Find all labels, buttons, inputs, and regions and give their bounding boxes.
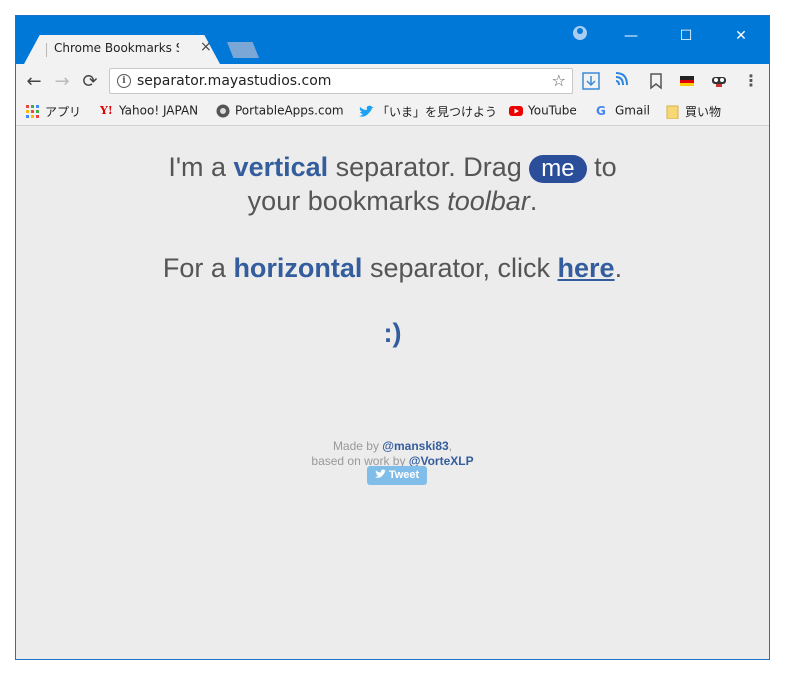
bookmark-label: Gmail [615,103,651,118]
intro-text-part: to [586,152,617,182]
apps-grid-icon [26,104,40,119]
credit-text: , [448,439,453,453]
profile-icon[interactable] [573,26,587,40]
bookmarks-bar: アプリ Y! Yahoo! JAPAN PortableApps.com 「いま」… [16,99,769,126]
vertical-emphasis: vertical [233,152,329,182]
intro-text: I'm a vertical separator. Drag me to you… [16,150,769,218]
minimize-button[interactable]: — [608,24,654,48]
page-content: I'm a vertical separator. Drag me to you… [16,126,769,659]
manski83-link[interactable]: @manski83 [382,439,448,453]
tweet-label: Tweet [388,469,420,481]
portableapps-icon [216,104,230,118]
address-bar[interactable]: i separator.mayastudios.com ☆ [109,68,573,94]
bookmark-yahoo[interactable]: Y! Yahoo! JAPAN [100,103,198,121]
youtube-icon [509,104,523,118]
maximize-button[interactable]: ☐ [663,24,709,48]
browser-window: Chrome Bookmarks Se × — ☐ ✕ ← → ⟳ i sepa… [15,15,770,660]
google-icon: G [596,103,606,118]
menu-icon[interactable]: ⋮ [742,72,760,90]
bookmark-label: PortableApps.com [235,103,344,118]
tab-close-icon[interactable]: × [200,39,212,55]
horizontal-text-part: For a [162,253,234,283]
here-link[interactable]: here [558,253,615,283]
twitter-icon [358,105,374,119]
intro-text-part: . [529,186,538,216]
download-icon[interactable] [582,72,600,90]
bookmark-youtube[interactable]: YouTube [509,103,577,121]
bookmark-label: アプリ [45,105,82,119]
toolbar-emphasis: toolbar [447,186,530,216]
intro-text-part: I'm a [168,152,234,182]
horizontal-text-part: separator, click [362,253,558,283]
bookmark-star-icon[interactable]: ☆ [552,71,566,90]
horizontal-text-part: . [614,253,623,283]
credits: Made by @manski83, based on work by @Vor… [16,439,769,469]
credit-text: Made by [332,439,383,453]
intro-text-part: your bookmarks [247,186,448,216]
drag-me-button[interactable]: me [529,155,587,183]
bookmark-folder-shopping[interactable]: 買い物 [666,103,721,121]
intro-text-part: separator. Drag [328,152,530,182]
bookmark-label: 買い物 [685,105,722,119]
smiley-text: :) [383,318,402,348]
bookmark-label: YouTube [528,103,577,118]
mask-icon[interactable] [710,72,728,90]
yahoo-icon: Y! [100,103,113,117]
bookmark-twitter[interactable]: 「いま」を見つけよう [358,103,498,121]
bookmark-portableapps[interactable]: PortableApps.com [216,103,344,121]
bookmark-apps[interactable]: アプリ [26,103,81,121]
url-text[interactable]: separator.mayastudios.com [137,73,331,89]
title-bar: Chrome Bookmarks Se × — ☐ ✕ [16,16,769,64]
tab-favicon-divider [46,43,47,57]
horizontal-text: For a horizontal separator, click here. [16,251,769,285]
close-window-button[interactable]: ✕ [718,24,764,48]
flag-icon[interactable] [678,72,696,90]
new-tab-button[interactable] [227,42,259,58]
forward-button[interactable]: → [51,71,73,93]
reload-button[interactable]: ⟳ [79,71,101,93]
bookmark-label: 「いま」を見つけよう [377,105,498,119]
back-button[interactable]: ← [23,71,45,93]
toolbar: ← → ⟳ i separator.mayastudios.com ☆ ⋮ [16,64,769,99]
tweet-button[interactable]: Tweet [367,466,427,485]
bookmark-gmail[interactable]: G Gmail [596,103,650,121]
bookmark-label: Yahoo! JAPAN [119,103,199,118]
horizontal-emphasis: horizontal [233,253,363,283]
info-icon[interactable]: i [117,74,131,88]
folder-icon [666,105,680,119]
bookmark-icon[interactable] [647,72,665,90]
tab-title: Chrome Bookmarks Se [54,41,179,55]
twitter-icon [374,469,386,478]
cast-icon[interactable] [613,72,631,90]
